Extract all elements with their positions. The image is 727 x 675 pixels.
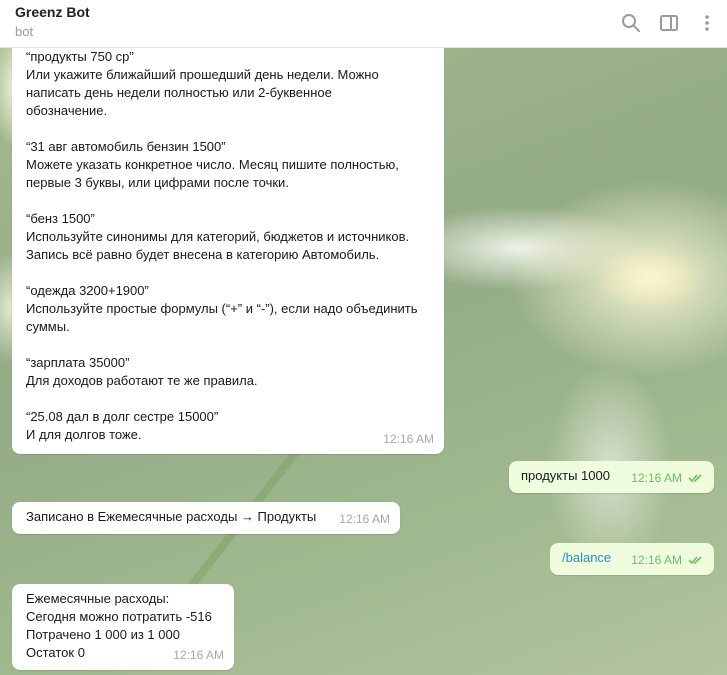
message-line: Используйте синонимы для категорий, бюдж… (26, 229, 410, 244)
message-line: Сегодня можно потратить -516 (26, 609, 212, 624)
message-bubble-incoming[interactable]: Записано в Ежемесячные расходы → Продукт… (12, 502, 400, 534)
message-line: “продукты 750 ср” (26, 49, 134, 64)
message-time: 12:16 AM (173, 648, 224, 662)
line-spacer (26, 336, 432, 354)
message-meta: 12:16 AM (339, 510, 390, 528)
search-icon[interactable] (619, 11, 643, 35)
more-vertical-icon[interactable] (695, 11, 719, 35)
message-time: 12:16 AM (339, 512, 390, 526)
message-meta: 12:16 AM (631, 551, 704, 569)
message-line: “одежда 3200+1900” (26, 283, 149, 298)
chat-subtitle: bot (15, 24, 34, 39)
line-spacer (26, 120, 432, 138)
message-line: Используйте простые формулы (“+” и “-”),… (26, 301, 418, 316)
message-text: продукты 1000 (521, 468, 610, 483)
message-line: Ежемесячные расходы: (26, 591, 170, 606)
message-time: 12:16 AM (631, 471, 682, 485)
chat-header: Greenz Bot bot (0, 0, 727, 48)
sidebar-toggle-icon[interactable] (657, 11, 681, 35)
message-line: обозначение. (26, 103, 108, 118)
message-line: “31 авг автомобиль бензин 1500” (26, 139, 226, 154)
message-line: первые 3 буквы, или цифрами после точки. (26, 175, 289, 190)
message-meta: 12:16 AM (383, 430, 434, 448)
bot-command-link[interactable]: /balance (562, 550, 611, 565)
message-line: Можете указать конкретное число. Месяц п… (26, 157, 399, 172)
message-bubble-outgoing[interactable]: продукты 1000 12:16 AM (509, 461, 714, 493)
message-line: Для доходов работают те же правила. (26, 373, 258, 388)
message-text: Записано в Ежемесячные расходы → Продукт… (26, 509, 317, 524)
message-text: “продукты 750 ср” Или укажите ближайший п… (26, 48, 432, 444)
message-line: “зарплата 35000” (26, 355, 130, 370)
message-time: 12:16 AM (383, 432, 434, 446)
double-check-icon (688, 555, 704, 565)
message-meta: 12:16 AM (173, 646, 224, 664)
message-meta: 12:16 AM (631, 469, 704, 487)
line-spacer (26, 192, 432, 210)
message-line: Запись всё равно будет внесена в категор… (26, 247, 380, 262)
message-line: “бенз 1500” (26, 211, 95, 226)
line-spacer (26, 264, 432, 282)
message-line: Потрачено 1 000 из 1 000 (26, 627, 180, 642)
chat-title[interactable]: Greenz Bot (15, 4, 90, 20)
message-bubble-balance[interactable]: Ежемесячные расходы: Сегодня можно потрат… (12, 584, 234, 670)
message-bubble-outgoing[interactable]: /balance 12:16 AM (550, 543, 714, 575)
message-bubble-help[interactable]: “продукты 750 ср” Или укажите ближайший п… (12, 48, 444, 454)
line-spacer (26, 390, 432, 408)
double-check-icon (688, 473, 704, 483)
message-line: Или укажите ближайший прошедший день нед… (26, 67, 379, 82)
message-line: суммы. (26, 319, 70, 334)
message-time: 12:16 AM (631, 553, 682, 567)
message-line: “25.08 дал в долг сестре 15000” (26, 409, 219, 424)
message-line: написать день недели полностью или 2-бук… (26, 85, 332, 100)
chat-area[interactable]: “продукты 750 ср” Или укажите ближайший п… (0, 48, 727, 675)
message-line: И для долгов тоже. (26, 427, 142, 442)
